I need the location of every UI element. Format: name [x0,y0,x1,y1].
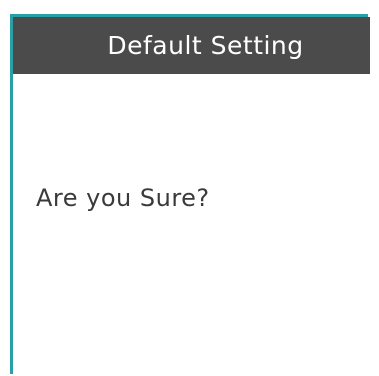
dialog-body: Are you Sure? [13,74,370,374]
dialog-header: Default Setting [13,17,370,74]
dialog-title: Default Setting [107,31,304,60]
screen: Default Setting Are you Sure? [0,0,379,376]
confirmation-message: Are you Sure? [36,184,210,212]
